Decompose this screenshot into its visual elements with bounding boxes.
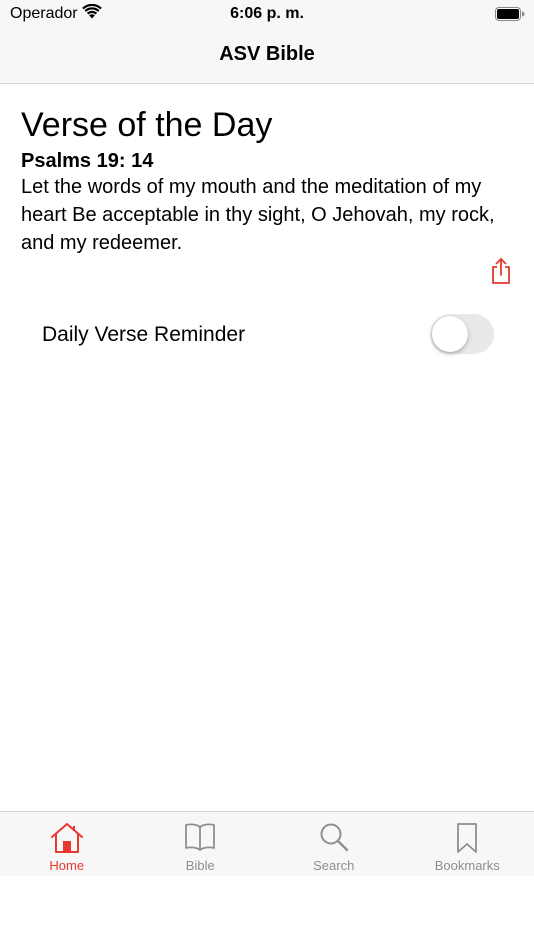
verse-reference: Psalms 19: 14	[21, 150, 154, 172]
tab-home-label: Home	[49, 858, 85, 873]
tab-search-label: Search	[313, 858, 355, 873]
battery-icon	[495, 7, 525, 27]
tab-bookmarks-label: Bookmarks	[434, 858, 500, 873]
verse-of-day-heading: Verse of the Day	[21, 106, 273, 144]
navigation-bar: ASV Bible	[0, 30, 534, 84]
status-time: 6:06 p. m.	[230, 5, 304, 22]
share-button[interactable]	[489, 257, 513, 285]
share-icon	[492, 258, 510, 284]
home-icon	[50, 822, 84, 859]
verse-text: Let the words of my mouth and the medita…	[21, 176, 495, 254]
tab-search[interactable]: Search	[267, 812, 401, 876]
status-bar: Operador 6:06 p. m.	[0, 0, 534, 30]
tab-bookmarks[interactable]: Bookmarks	[401, 812, 534, 876]
tab-home[interactable]: Home	[0, 812, 134, 876]
tab-bible[interactable]: Bible	[134, 812, 268, 876]
tab-bar: Home Bible Search Bookmarks	[0, 811, 534, 876]
toggle-knob	[432, 316, 468, 352]
reminder-label: Daily Verse Reminder	[42, 323, 246, 346]
page-title: ASV Bible	[219, 43, 315, 65]
tab-bible-label: Bible	[185, 858, 215, 873]
search-icon	[319, 822, 349, 857]
reminder-toggle[interactable]	[430, 314, 494, 354]
bottom-safe-area	[0, 876, 534, 950]
bookmark-icon	[456, 822, 478, 859]
book-icon	[184, 822, 216, 857]
